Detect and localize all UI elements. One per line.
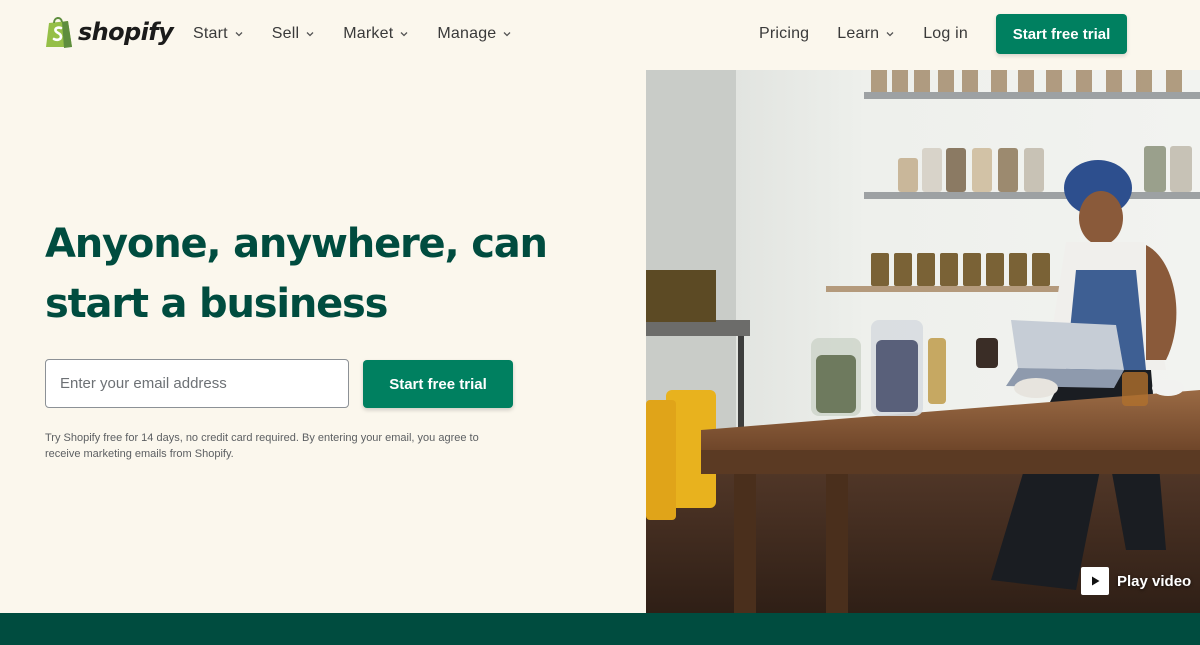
nav-market[interactable]: Market: [343, 25, 409, 43]
next-section-band: [0, 613, 1200, 645]
chevron-down-icon: [306, 32, 314, 37]
chevron-down-icon: [886, 32, 894, 37]
nav-manage-label: Manage: [437, 25, 497, 42]
shopify-logo[interactable]: shopify: [44, 14, 174, 50]
play-video-label: Play video: [1117, 572, 1192, 590]
hero-start-free-trial-button[interactable]: Start free trial: [363, 360, 513, 408]
play-icon: [1081, 567, 1109, 595]
nav-sell-label: Sell: [271, 25, 300, 42]
nav-market-label: Market: [343, 25, 394, 42]
nav-manage[interactable]: Manage: [437, 25, 512, 43]
nav-learn[interactable]: Learn: [837, 25, 895, 43]
top-navigation: shopify Start Sell Market Manage Pricing…: [0, 0, 1200, 68]
play-video-button[interactable]: Play video: [1081, 567, 1191, 595]
hero-photo: [646, 70, 1200, 613]
nav-start-free-trial-button[interactable]: Start free trial: [996, 14, 1127, 54]
chevron-down-icon: [400, 32, 408, 37]
shopify-bag-icon: [46, 17, 72, 48]
nav-sell[interactable]: Sell: [272, 25, 315, 43]
nav-start-label: Start: [193, 25, 228, 42]
logo-wordmark: shopify: [78, 18, 174, 46]
nav-learn-label: Learn: [837, 25, 880, 42]
chevron-down-icon: [235, 32, 243, 37]
hero-headline-line2: start a business: [45, 281, 388, 327]
secondary-nav: Pricing Learn Log in Start free trial: [759, 0, 1127, 68]
hero-headline: Anyone, anywhere, can start a business: [45, 214, 605, 334]
email-input[interactable]: [45, 359, 349, 408]
nav-pricing[interactable]: Pricing: [759, 25, 809, 43]
hero-headline-line1: Anyone, anywhere, can: [45, 221, 548, 267]
hero-photo-illustration: [646, 70, 1200, 613]
nav-login[interactable]: Log in: [923, 25, 968, 43]
nav-start[interactable]: Start: [193, 25, 244, 43]
legal-fineprint: Try Shopify free for 14 days, no credit …: [45, 432, 479, 460]
chevron-down-icon: [503, 32, 511, 37]
primary-nav: Start Sell Market Manage: [193, 0, 512, 68]
